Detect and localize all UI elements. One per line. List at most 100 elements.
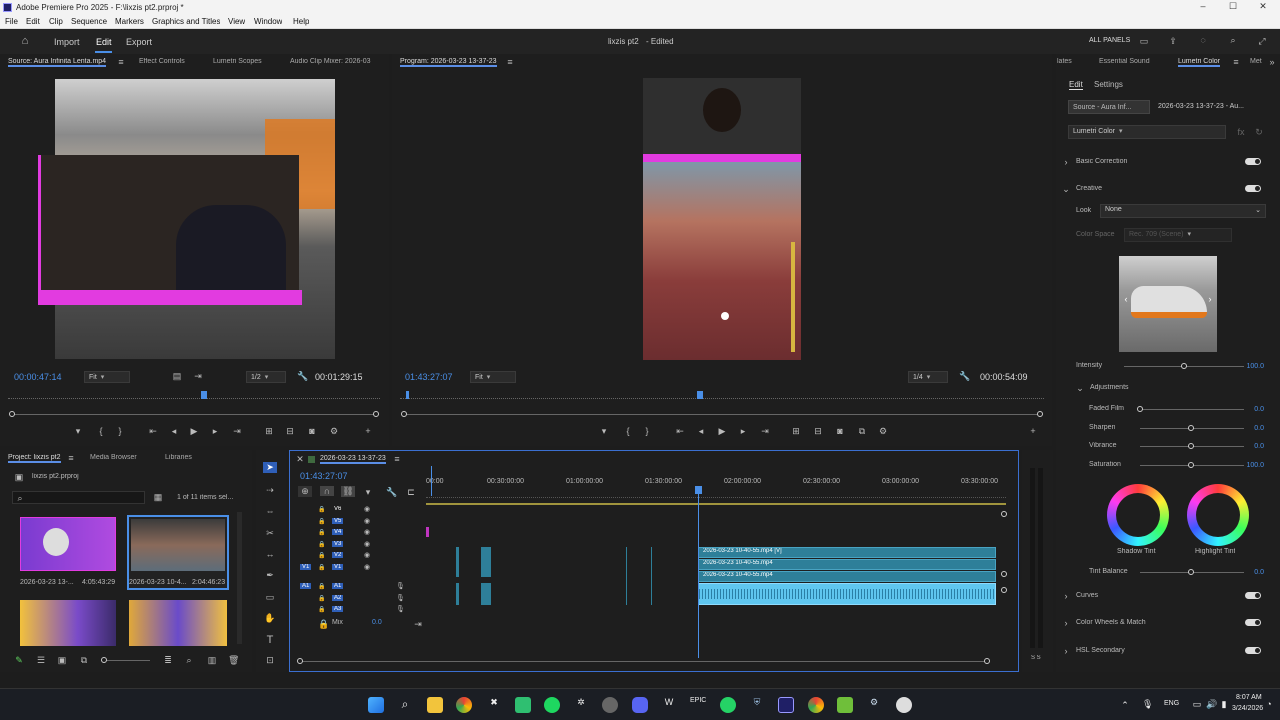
audio-track-header[interactable]: 🔒 A3 🎙	[290, 605, 426, 616]
timeline-playhead[interactable]	[698, 486, 699, 658]
project-thumb-1[interactable]	[20, 517, 116, 571]
subtab-settings[interactable]: Settings	[1094, 80, 1123, 89]
track-label[interactable]: V1	[332, 563, 344, 570]
tab-edit[interactable]: Edit	[96, 37, 112, 47]
menu-markers[interactable]: Markers	[115, 17, 144, 26]
steam-icon[interactable]: ⚙	[866, 697, 882, 713]
add-button-icon[interactable]: +	[1028, 426, 1038, 436]
clip-v1[interactable]: 2026-03-23 10-40-55.mp4	[698, 571, 996, 582]
mark-out-icon[interactable]: }	[115, 426, 125, 436]
settings-icon[interactable]: ▤	[172, 371, 182, 382]
tab-templates[interactable]: lates	[1057, 58, 1072, 65]
home-icon[interactable]: ⌂	[18, 35, 32, 47]
tab-import[interactable]: Import	[54, 37, 80, 47]
video-track-header[interactable]: 🔒 V4 ◉	[290, 528, 426, 539]
track-label[interactable]: V6	[332, 506, 343, 512]
vibrance-value[interactable]: 0.0	[1244, 443, 1264, 450]
lock-icon[interactable]: 🔒	[318, 583, 325, 590]
thumb-size-slider[interactable]	[104, 660, 150, 661]
go-to-out-icon[interactable]: ⇥	[760, 426, 770, 437]
tab-essential-sound[interactable]: Essential Sound	[1099, 58, 1150, 65]
clock-time[interactable]: 8:07 AM	[1236, 694, 1262, 701]
panel-menu-icon[interactable]: ≡	[117, 57, 125, 67]
step-back-icon[interactable]: ◂	[169, 426, 179, 437]
openai-icon[interactable]: ✲	[573, 697, 589, 713]
chevron-down-icon[interactable]: ⌄	[1076, 383, 1084, 394]
wrench-icon[interactable]: 🔧	[297, 371, 308, 382]
icon-view-icon[interactable]: ▣	[57, 655, 67, 666]
menu-help[interactable]: Help	[293, 17, 309, 26]
extract-icon[interactable]: ⊟	[813, 426, 823, 437]
linked-selection-icon[interactable]: ⛓	[341, 486, 355, 497]
search-icon[interactable]: ⌕	[397, 697, 413, 713]
chevron-right-icon[interactable]: ›	[1062, 646, 1070, 656]
intensity-value[interactable]: 100.0	[1244, 363, 1264, 370]
program-zoom-bar[interactable]	[404, 414, 1041, 415]
snap-icon[interactable]: ∩	[320, 486, 334, 496]
lock-icon[interactable]: 🔒	[318, 552, 325, 559]
sequence-clip-button[interactable]: 2026-03-23 13-37-23 - Au...	[1158, 103, 1276, 110]
selection-tool-icon[interactable]: ➤	[263, 462, 277, 473]
start-icon[interactable]	[368, 697, 384, 713]
minimize-button[interactable]: –	[1196, 1, 1210, 11]
network-icon[interactable]: ▭	[1192, 699, 1202, 710]
eye-icon[interactable]: ◉	[364, 505, 370, 513]
tab-export[interactable]: Export	[126, 37, 152, 47]
track-label[interactable]: A2	[332, 594, 344, 601]
eye-icon[interactable]: ◉	[364, 540, 370, 548]
subtab-edit[interactable]: Edit	[1069, 80, 1083, 90]
clip-v3[interactable]: 2026-03-23 10-40-55.mp4 [V]	[698, 547, 996, 558]
program-timecode[interactable]: 01:43:27:07	[405, 372, 453, 382]
sharpen-value[interactable]: 0.0	[1244, 425, 1264, 432]
clock-date[interactable]: 3/24/2026	[1232, 705, 1263, 712]
share-icon[interactable]: ⇪	[1167, 36, 1179, 47]
program-in-marker[interactable]	[406, 391, 409, 399]
colorspace-select[interactable]: Rec. 709 (Scene)	[1124, 228, 1232, 242]
step-back-icon[interactable]: ◂	[696, 426, 706, 437]
more-tabs-icon[interactable]: »	[1268, 57, 1276, 67]
highlight-tint-wheel[interactable]	[1187, 484, 1249, 546]
microphone-icon[interactable]: 🎙	[396, 594, 405, 602]
saturation-handle[interactable]	[1188, 462, 1194, 468]
chevron-right-icon[interactable]: ›	[1062, 157, 1070, 167]
captions-icon[interactable]: ⊏	[406, 487, 416, 498]
thumb-size-handle[interactable]	[101, 657, 107, 663]
v-scroll-mid[interactable]	[1001, 571, 1007, 577]
tab-metadata[interactable]: Met	[1250, 58, 1266, 65]
sequence-tab[interactable]: 2026-03-23 13-37-23	[320, 455, 386, 464]
tab-audio-clip-mixer[interactable]: Audio Clip Mixer: 2026-03	[290, 58, 374, 65]
source-patch-a1[interactable]: A1	[300, 583, 312, 589]
menu-clip[interactable]: Clip	[49, 17, 63, 26]
lock-icon[interactable]: 🔒	[318, 564, 325, 571]
video-track-header[interactable]: 🔒 V1 ◉ V1	[290, 563, 426, 574]
caption-tool-icon[interactable]: ⊡	[263, 655, 277, 666]
v-scroll-top[interactable]	[1001, 511, 1007, 517]
color-wheels-toggle[interactable]	[1245, 619, 1261, 626]
audio-clip-a1[interactable]	[698, 583, 996, 605]
chevron-right-icon[interactable]: ›	[1062, 618, 1070, 628]
lock-icon[interactable]: 🔒	[318, 541, 325, 548]
whatsapp-icon[interactable]	[720, 697, 736, 713]
mix-value[interactable]: 0.0	[372, 619, 382, 626]
program-zoom-start-handle[interactable]	[401, 411, 407, 417]
export-frame-icon[interactable]: ⇥	[193, 371, 203, 382]
eye-icon[interactable]: ◉	[364, 528, 370, 536]
tint-balance-value[interactable]: 0.0	[1244, 569, 1264, 576]
chrome-icon[interactable]	[456, 697, 472, 713]
spotify-icon[interactable]	[544, 697, 560, 713]
panel-menu-icon[interactable]: ≡	[1232, 57, 1240, 67]
track-label[interactable]: V3	[332, 540, 344, 547]
nest-icon[interactable]: ⊕	[298, 486, 312, 497]
program-zoom-end-handle[interactable]	[1037, 411, 1043, 417]
source-zoom-bar[interactable]	[12, 414, 377, 415]
progress-icon[interactable]: ◌	[1197, 35, 1209, 45]
mark-in-icon[interactable]: {	[623, 426, 633, 436]
app-green-icon[interactable]	[515, 697, 531, 713]
play-icon[interactable]: ▶	[189, 426, 199, 437]
app-gray-icon[interactable]	[602, 697, 618, 713]
timeline-timecode[interactable]: 01:43:27:07	[300, 471, 348, 481]
track-label[interactable]: V4	[332, 529, 344, 535]
clip-v2[interactable]: 2026-03-23 10-40-55.mp4	[698, 559, 996, 570]
pencil-icon[interactable]: ✎	[14, 655, 24, 666]
thin-clip-v3a[interactable]	[456, 547, 459, 577]
